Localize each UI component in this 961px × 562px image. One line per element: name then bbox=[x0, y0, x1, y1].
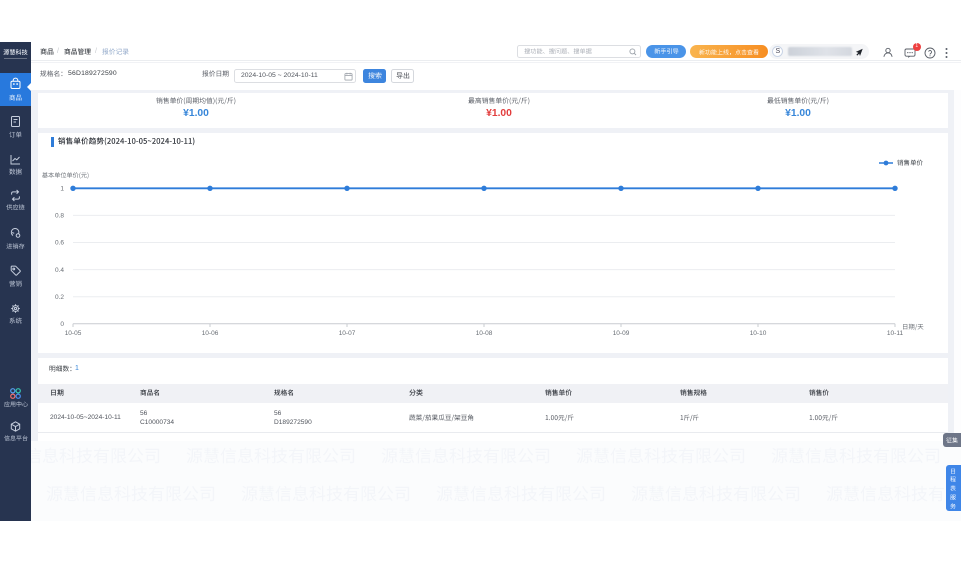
svg-text:1: 1 bbox=[60, 186, 64, 193]
svg-text:10-10: 10-10 bbox=[750, 330, 767, 337]
svg-text:10-05: 10-05 bbox=[65, 330, 82, 337]
svg-text:10-07: 10-07 bbox=[339, 330, 356, 337]
svg-text:10-11: 10-11 bbox=[887, 330, 904, 337]
svg-text:10-08: 10-08 bbox=[476, 330, 493, 337]
svg-text:0.8: 0.8 bbox=[55, 213, 64, 220]
svg-text:0.6: 0.6 bbox=[55, 240, 64, 247]
svg-text:0.2: 0.2 bbox=[55, 294, 64, 301]
svg-text:0: 0 bbox=[60, 321, 64, 328]
svg-text:0.4: 0.4 bbox=[55, 267, 64, 274]
svg-text:10-06: 10-06 bbox=[202, 330, 219, 337]
svg-text:10-09: 10-09 bbox=[613, 330, 630, 337]
